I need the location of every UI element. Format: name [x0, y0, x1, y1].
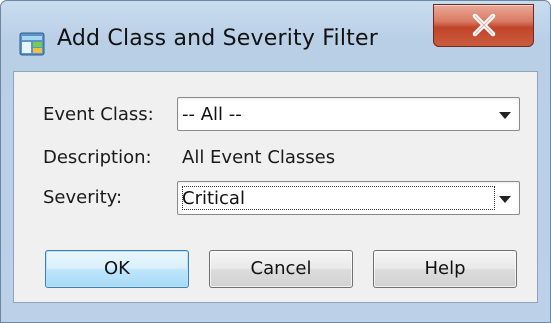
severity-label: Severity:: [43, 187, 123, 208]
dialog-title: Add Class and Severity Filter: [57, 26, 378, 51]
title-bar[interactable]: Add Class and Severity Filter: [1, 1, 550, 71]
event-class-select[interactable]: -- All --: [177, 97, 520, 131]
cancel-button[interactable]: Cancel: [209, 250, 353, 288]
chevron-down-icon[interactable]: [499, 112, 511, 119]
close-icon: [472, 13, 496, 37]
close-button[interactable]: [433, 4, 534, 47]
dialog-window: Add Class and Severity Filter Event Clas…: [0, 0, 551, 323]
chevron-down-icon[interactable]: [499, 196, 511, 203]
ok-button[interactable]: OK: [45, 250, 189, 288]
event-class-label: Event Class:: [43, 104, 154, 125]
dialog-content: Event Class: -- All -- Description: All …: [13, 71, 538, 303]
description-value: All Event Classes: [182, 147, 336, 168]
help-button[interactable]: Help: [373, 250, 517, 288]
severity-selected-value: Critical: [182, 188, 245, 209]
event-class-selected-value: -- All --: [182, 104, 242, 125]
dialog-app-icon: [19, 31, 45, 57]
severity-select[interactable]: Critical: [177, 181, 520, 215]
description-label: Description:: [43, 147, 152, 168]
